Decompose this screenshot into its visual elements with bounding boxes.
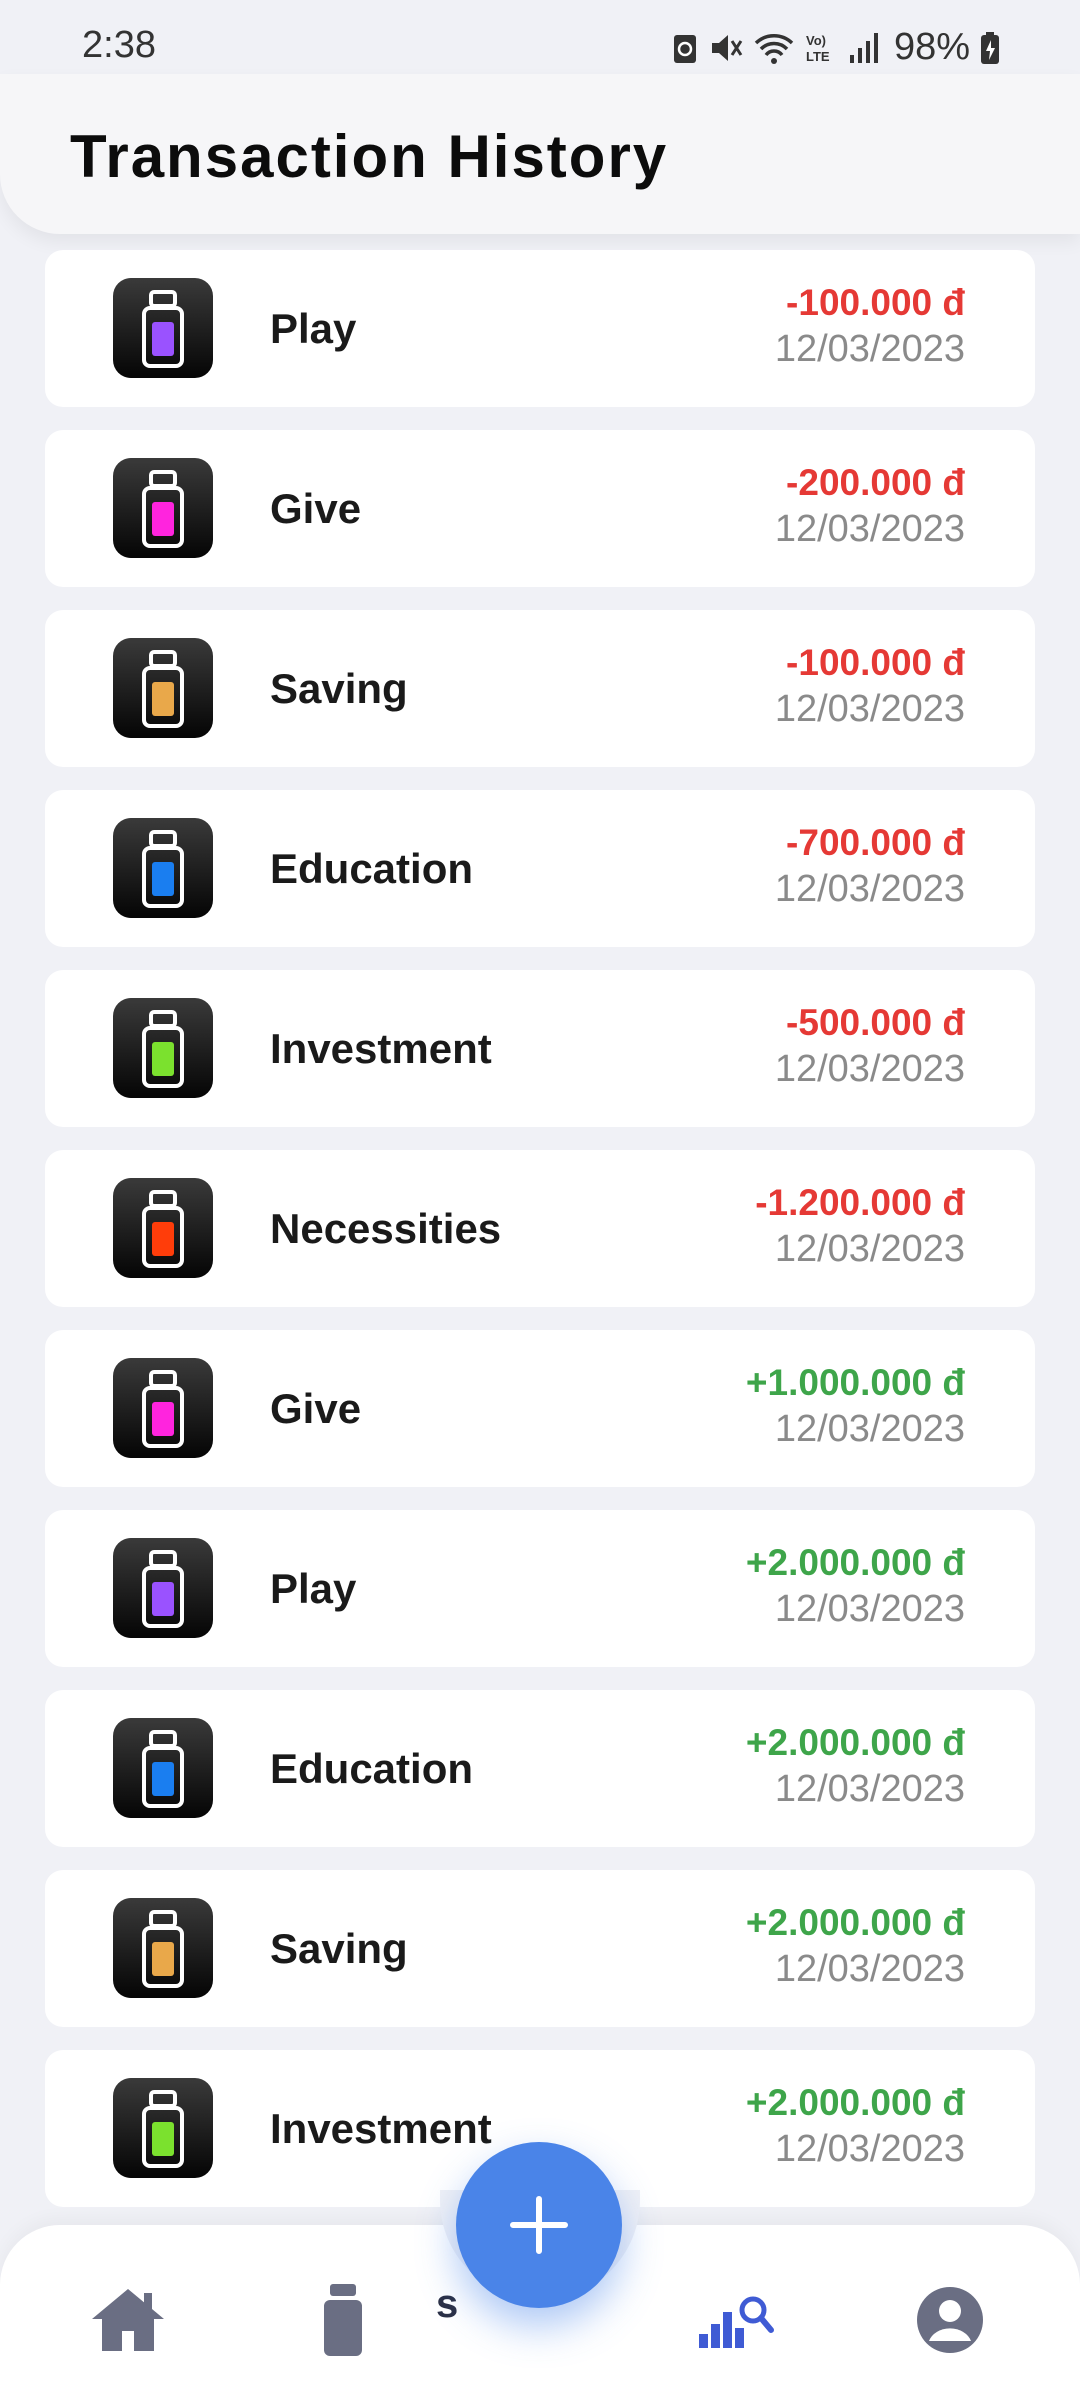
transaction-row[interactable]: Play +2.000.000 đ 12/03/2023 [45,1510,1035,1667]
jar-icon [113,1358,213,1458]
jar-icon [113,1898,213,1998]
status-icons: Vo) LTE 98% [672,26,1000,69]
volte-icon: Vo)LTE [806,33,830,64]
transaction-row[interactable]: Investment -500.000 đ 12/03/2023 [45,970,1035,1127]
transaction-category: Play [270,305,357,352]
transaction-row[interactable]: Saving -100.000 đ 12/03/2023 [45,610,1035,767]
transaction-row[interactable]: Education +2.000.000 đ 12/03/2023 [45,1690,1035,1847]
transaction-amount: -700.000 đ [786,822,965,863]
transaction-category: Give [270,1385,362,1432]
plus-icon [510,2196,568,2254]
jar-icon [113,2078,213,2178]
battery-icon [981,31,999,64]
jar-icon [113,1718,213,1818]
wifi-icon [754,33,794,64]
svg-text:Vo): Vo) [806,33,826,48]
transaction-date: 12/03/2023 [774,1588,965,1630]
transaction-category: Saving [270,1925,408,1972]
stats-search-icon [699,2296,774,2348]
transaction-amount: +2.000.000 đ [745,1542,965,1583]
transaction-list: Play -100.000 đ 12/03/2023 Give -200.000 đ 12… [45,250,1035,2230]
transaction-category: Education [270,845,474,892]
jar-icon [113,998,213,1098]
transaction-date: 12/03/2023 [774,1408,965,1450]
transaction-row[interactable]: Give -200.000 đ 12/03/2023 [45,430,1035,587]
jar-icon [113,1178,213,1278]
transaction-row[interactable]: Give +1.000.000 đ 12/03/2023 [45,1330,1035,1487]
jar-icon [113,1538,213,1638]
transaction-date: 12/03/2023 [774,1768,965,1810]
jar-icon [113,638,213,738]
home-icon [92,2289,164,2351]
transaction-row[interactable]: Education -700.000 đ 12/03/2023 [45,790,1035,947]
transaction-date: 12/03/2023 [774,328,965,370]
transaction-amount: +1.000.000 đ [745,1362,965,1403]
transaction-row[interactable]: Necessities -1.200.000 đ 12/03/2023 [45,1150,1035,1307]
transaction-category: Investment [270,1025,492,1072]
transaction-category: Play [270,1565,357,1612]
page-header: Transaction History [0,74,1080,234]
recycle-icon [673,34,696,63]
transaction-amount: -1.200.000 đ [755,1182,965,1223]
transaction-amount: -100.000 đ [786,642,965,683]
jar-icon [113,818,213,918]
svg-text:LTE: LTE [806,49,830,64]
status-time: 2:38 [82,24,156,66]
nav-home[interactable] [88,2280,168,2360]
nav-jars[interactable] [303,2280,383,2360]
transaction-amount: +2.000.000 đ [745,1902,965,1943]
nav-profile[interactable] [910,2280,990,2360]
transaction-date: 12/03/2023 [774,2128,965,2170]
transaction-amount: +2.000.000 đ [745,2082,965,2123]
transaction-category: Saving [270,665,408,712]
transaction-row[interactable]: Saving +2.000.000 đ 12/03/2023 [45,1870,1035,2027]
profile-icon [917,2287,983,2353]
transaction-category: Give [270,485,362,532]
page-title: Transaction History [70,123,669,190]
mute-icon [711,34,743,61]
transaction-date: 12/03/2023 [774,508,965,550]
jar-icon [324,2284,362,2356]
transaction-date: 12/03/2023 [774,868,965,910]
nav-stats-search[interactable] [695,2280,775,2360]
transaction-row[interactable]: Play -100.000 đ 12/03/2023 [45,250,1035,407]
add-transaction-button[interactable] [456,2142,622,2308]
signal-icon [849,32,878,63]
jar-icon [113,278,213,378]
jar-icon [113,458,213,558]
transaction-category: Necessities [270,1205,502,1252]
transaction-category: Investment [270,2105,492,2152]
battery-percent: 98% [893,26,970,68]
nav-partial-label: s [436,2282,459,2326]
transaction-amount: -500.000 đ [786,1002,965,1043]
transaction-date: 12/03/2023 [774,1048,965,1090]
transaction-amount: -100.000 đ [786,282,965,323]
transaction-date: 12/03/2023 [774,1948,965,1990]
transaction-date: 12/03/2023 [774,1228,965,1270]
transaction-date: 12/03/2023 [774,688,965,730]
transaction-amount: -200.000 đ [786,462,965,503]
transaction-category: Education [270,1745,474,1792]
transaction-amount: +2.000.000 đ [745,1722,965,1763]
